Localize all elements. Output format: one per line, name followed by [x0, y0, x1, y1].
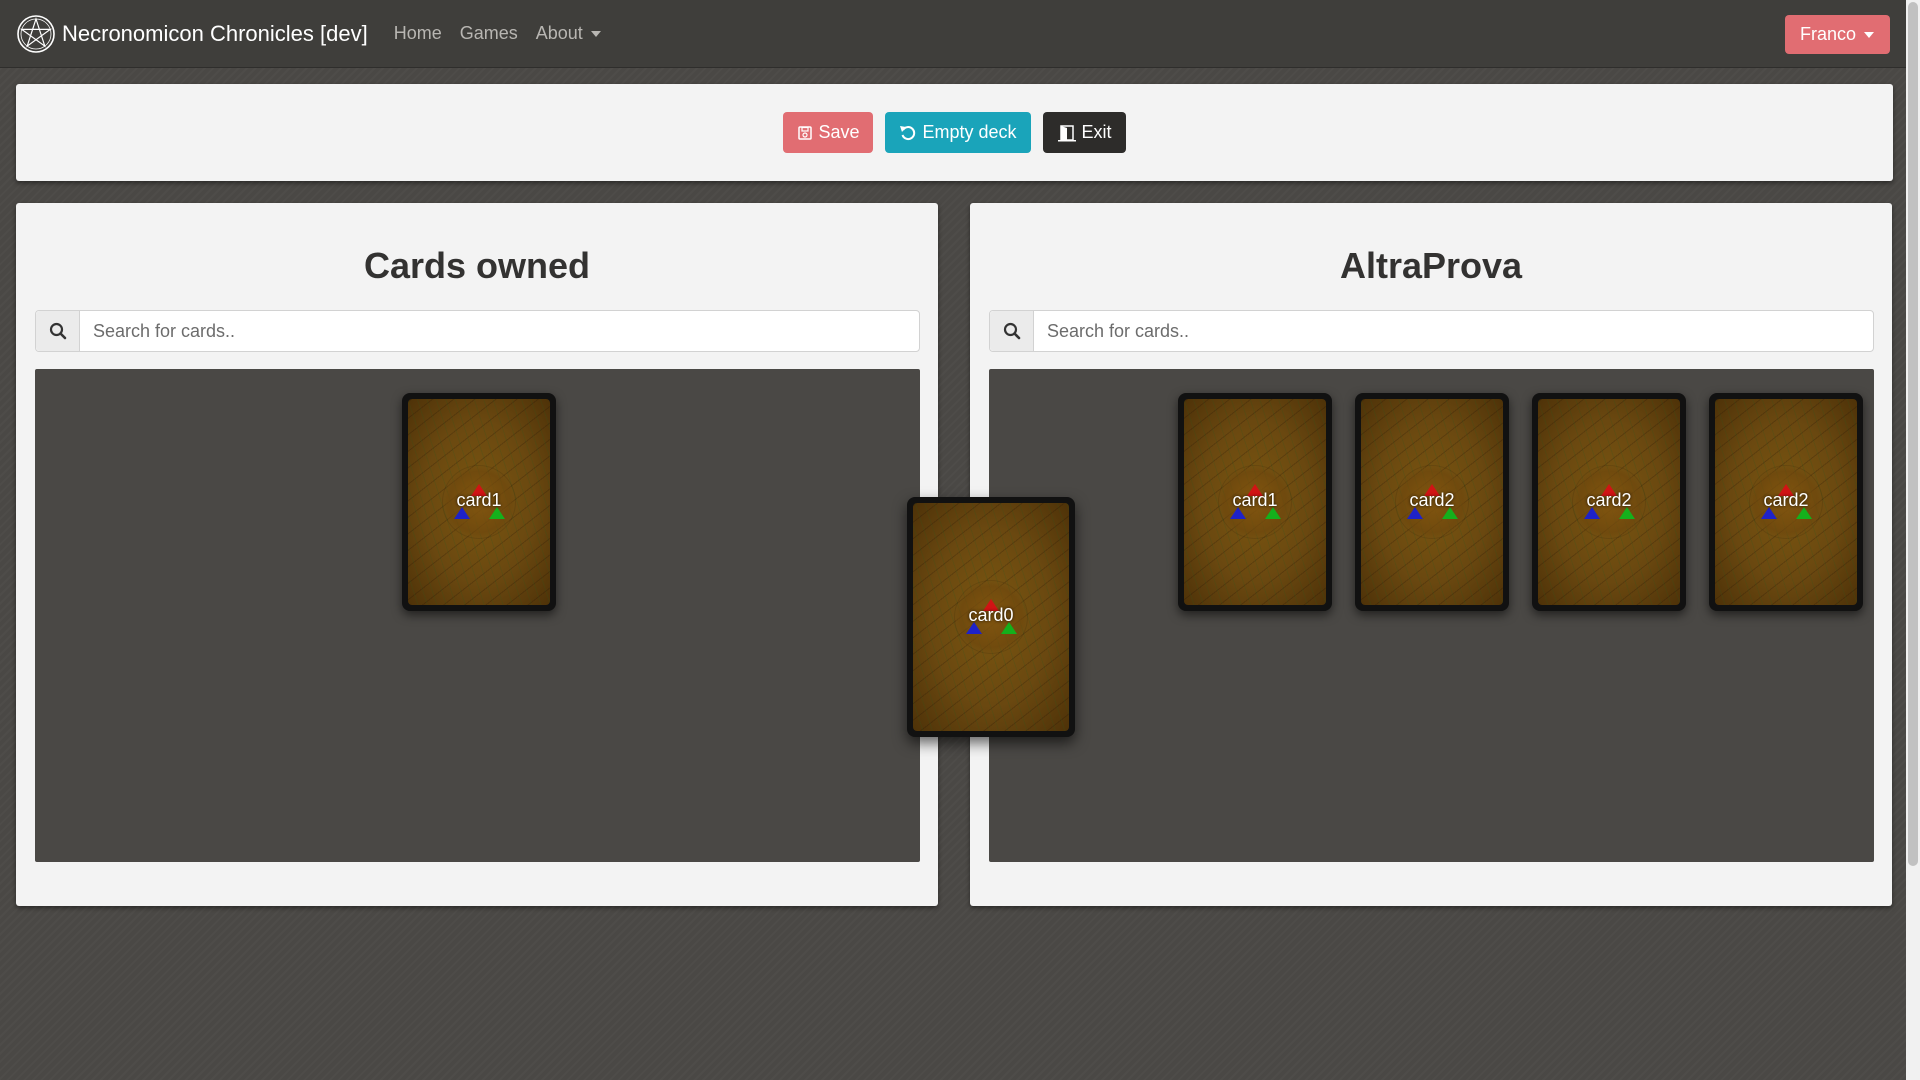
nav-about-label: About: [535, 23, 583, 43]
user-name: Franco: [1799, 24, 1856, 44]
card[interactable]: card2: [1532, 393, 1686, 611]
nav-home-link[interactable]: Home: [394, 23, 442, 44]
exit-button[interactable]: Exit: [1042, 112, 1126, 153]
nav-links: Home Games About: [394, 23, 619, 44]
deck-panel: AltraProva card1: [970, 203, 1892, 906]
navbar: Necronomicon Chronicles [dev] Home Games…: [0, 0, 1920, 68]
card-name: card1: [1232, 490, 1278, 510]
search-icon-addon: [990, 311, 1034, 351]
user-menu-button[interactable]: Franco: [1784, 15, 1890, 54]
card-face: card2: [1715, 399, 1857, 605]
card-name: card1: [456, 490, 502, 510]
card[interactable]: card2: [1355, 393, 1509, 611]
deck-search-input[interactable]: [1034, 311, 1873, 351]
save-label: Save: [818, 122, 860, 142]
save-button[interactable]: Save: [783, 112, 874, 153]
undo-icon: [900, 125, 916, 140]
brand-title: Necronomicon Chronicles [dev]: [62, 20, 368, 46]
nav-games-link[interactable]: Games: [460, 23, 518, 44]
owned-card-area[interactable]: card1: [35, 369, 920, 862]
card-name: card2: [1409, 490, 1455, 510]
chevron-down-icon: [590, 30, 601, 37]
brand[interactable]: Necronomicon Chronicles [dev]: [16, 14, 368, 54]
exit-label: Exit: [1081, 122, 1112, 142]
save-icon: [798, 125, 813, 140]
cards-owned-title: Cards owned: [363, 245, 591, 286]
empty-deck-label: Empty deck: [922, 122, 1017, 142]
pentagram-logo-icon: [17, 14, 55, 53]
door-exit-icon: [1057, 124, 1076, 141]
card-face: card2: [1538, 399, 1680, 605]
nav-about-dropdown[interactable]: About: [536, 23, 601, 44]
card-name: card0: [968, 605, 1014, 625]
chevron-down-icon: [1864, 31, 1874, 38]
deck-search: [989, 310, 1874, 352]
card-face: card1: [1184, 399, 1326, 605]
card[interactable]: card2: [1709, 393, 1863, 611]
owned-search: [35, 310, 920, 352]
search-icon: [1003, 322, 1020, 340]
card-face: card1: [408, 399, 550, 605]
card-face: card0: [913, 503, 1069, 731]
search-icon: [49, 322, 66, 340]
card-face: card2: [1361, 399, 1503, 605]
page-scrollbar[interactable]: [1906, 0, 1920, 1080]
scrollbar-thumb[interactable]: [1908, 2, 1918, 866]
deck-toolbar: Save Empty deck Exit: [16, 84, 1893, 181]
owned-search-input[interactable]: [80, 311, 919, 351]
search-icon-addon: [36, 311, 80, 351]
card-name: card2: [1763, 490, 1809, 510]
card[interactable]: card1: [402, 393, 556, 611]
cards-owned-panel: Cards owned card1: [16, 203, 938, 906]
card-name: card2: [1586, 490, 1632, 510]
deck-title: AltraProva: [1339, 245, 1523, 286]
dragged-card[interactable]: card0: [907, 497, 1075, 737]
deck-card-area[interactable]: card1 card2 card2 card2: [989, 369, 1874, 862]
empty-deck-button[interactable]: Empty deck: [885, 112, 1031, 153]
card[interactable]: card1: [1178, 393, 1332, 611]
